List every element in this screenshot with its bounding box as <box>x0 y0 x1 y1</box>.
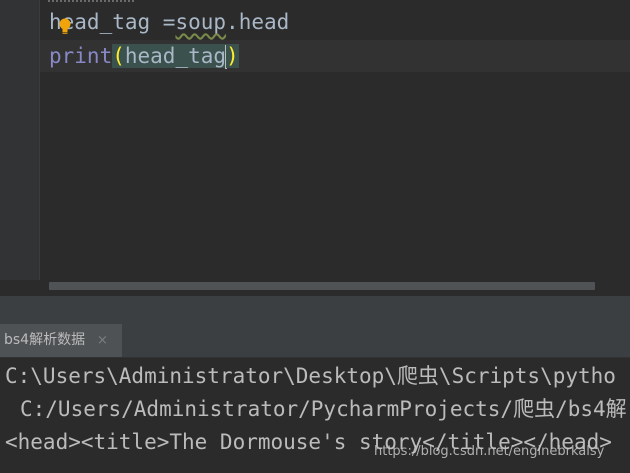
horizontal-scrollbar-thumb[interactable] <box>49 282 595 290</box>
close-icon[interactable]: × <box>97 324 108 357</box>
lightbulb-icon[interactable] <box>58 18 72 36</box>
token-builtin-print: print <box>49 44 113 68</box>
token-object: soup <box>175 10 227 34</box>
ide-window: head_tag =soup.head print(head_tag) bs4解… <box>0 0 630 473</box>
console-line: C:\Users\Administrator\Desktop\爬虫\Script… <box>5 364 616 388</box>
code-editor[interactable]: head_tag =soup.head print(head_tag) <box>0 0 630 295</box>
code-line-1[interactable]: head_tag =soup.head <box>49 6 289 38</box>
code-line-2[interactable]: print(head_tag) <box>49 40 239 72</box>
folded-region-marker <box>48 0 134 4</box>
token-close-paren: ) <box>226 44 239 68</box>
token-operator: = <box>150 10 176 34</box>
editor-gutter[interactable] <box>0 0 39 295</box>
watermark: https://blog.csdn.net/enginebrkalsy <box>374 444 605 459</box>
run-tool-tabbar: bs4解析数据 × <box>0 324 630 358</box>
token-argument: head_tag <box>124 44 227 68</box>
panel-divider[interactable] <box>0 295 630 325</box>
run-tab-bs4[interactable]: bs4解析数据 × <box>0 324 122 357</box>
console-line: C:/Users/Administrator/PycharmProjects/爬… <box>20 397 627 421</box>
token-open-paren: ( <box>112 44 125 68</box>
token-dot: . <box>226 10 239 34</box>
run-tab-label: bs4解析数据 <box>4 332 86 348</box>
token-attribute: head <box>238 10 290 34</box>
